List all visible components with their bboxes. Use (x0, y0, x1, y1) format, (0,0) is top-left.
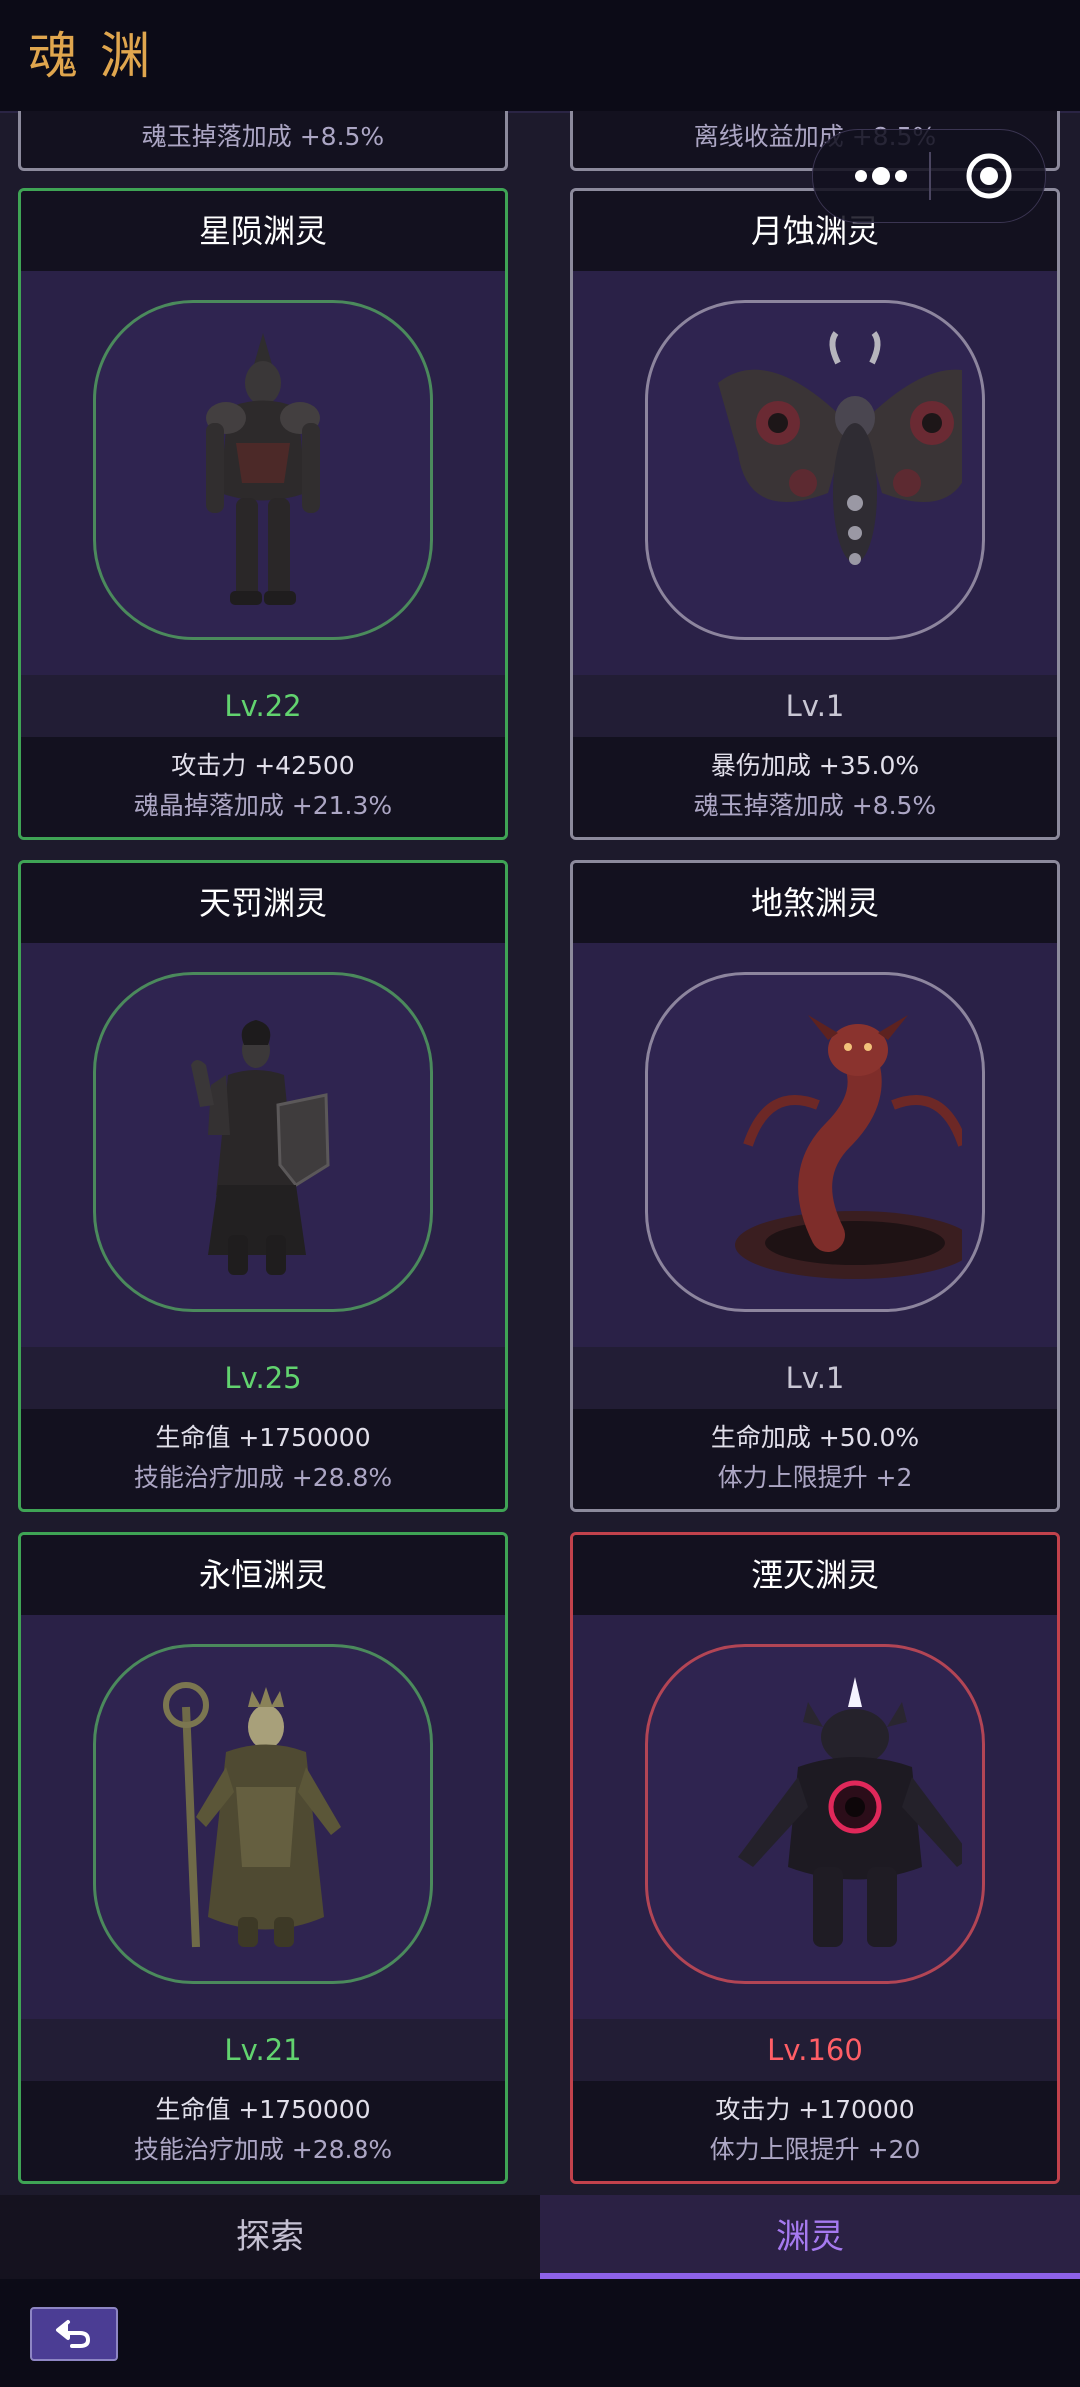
portrait-frame (645, 972, 985, 1312)
spirit-stats: 暴伤加成 +35.0% 魂玉掉落加成 +8.5% (573, 737, 1057, 837)
spirit-stat-secondary: 技能治疗加成 +28.8% (133, 1463, 393, 1492)
spirit-art-panel (573, 271, 1057, 675)
spirit-stats: 攻击力 +170000 体力上限提升 +20 (573, 2081, 1057, 2181)
spirit-stats: 生命加成 +50.0% 体力上限提升 +2 (573, 1409, 1057, 1509)
spirit-card-tianfa[interactable]: 天罚渊灵 Lv.25 生命值 +1750000 技能治疗加成 +28.8% (18, 860, 508, 1512)
spirit-stat-secondary: 体力上限提升 +20 (709, 2135, 921, 2164)
footer-bar (0, 2279, 1080, 2387)
portrait-frame (93, 1644, 433, 1984)
spirit-art-panel (573, 1615, 1057, 2019)
spirit-stat-secondary: 魂晶掉落加成 +21.3% (133, 791, 393, 820)
lich-king-figure-icon (163, 1682, 341, 1948)
spirit-level: Lv.1 (573, 675, 1057, 737)
partial-card-left[interactable]: 魂玉掉落加成 +8.5% (18, 111, 508, 171)
capsule-divider (929, 152, 931, 200)
miniprogram-capsule (812, 129, 1046, 223)
armored-knight-figure-icon (206, 333, 320, 605)
spirit-level: Lv.22 (21, 675, 505, 737)
spirit-stat-secondary: 体力上限提升 +2 (717, 1463, 913, 1492)
spirit-card-yanmie[interactable]: 湮灭渊灵 Lv.160 攻击力 +170000 体力上限提升 +20 (570, 1532, 1060, 2184)
spirit-name: 地煞渊灵 (573, 863, 1057, 943)
spirit-card-yueshi[interactable]: 月蚀渊灵 Lv.1 暴伤加成 +35.0% 魂玉掉落加成 +8.5% (570, 188, 1060, 840)
tab-abyss-spirits[interactable]: 渊灵 (540, 2195, 1080, 2279)
spirit-stats: 生命值 +1750000 技能治疗加成 +28.8% (21, 2081, 505, 2181)
more-options-icon[interactable] (849, 158, 939, 194)
spirit-stats: 攻击力 +42500 魂晶掉落加成 +21.3% (21, 737, 505, 837)
spirit-name: 永恒渊灵 (21, 1535, 505, 1615)
spirit-level: Lv.25 (21, 1347, 505, 1409)
portrait-frame (645, 300, 985, 640)
spirit-card-yongheng[interactable]: 永恒渊灵 Lv.21 生命值 +1750000 技能治疗加成 +28.8% (18, 1532, 508, 2184)
spirit-art-panel (21, 943, 505, 1347)
back-button[interactable] (30, 2307, 118, 2361)
spirit-stat-primary: 攻击力 +170000 (715, 2095, 915, 2124)
return-arrow-icon (56, 2320, 90, 2348)
app-header: 魂渊 (0, 0, 1080, 113)
serpent-demon-figure-icon (735, 1015, 962, 1279)
portrait-frame (93, 300, 433, 640)
tab-abyss-label: 渊灵 (776, 2217, 844, 2257)
page-title: 魂渊 (28, 27, 172, 85)
bottom-tab-bar: 探索 渊灵 (0, 2195, 1080, 2279)
spirit-card-xingyun[interactable]: 星陨渊灵 Lv.22 攻击力 +42500 魂晶掉落加成 +21.3% (18, 188, 508, 840)
spirit-art-panel (21, 1615, 505, 2019)
close-miniprogram-icon[interactable] (963, 150, 1015, 202)
spirit-stat-secondary: 魂玉掉落加成 +8.5% (693, 791, 937, 820)
void-demon-figure-icon (738, 1677, 962, 1947)
spirit-card-disha[interactable]: 地煞渊灵 Lv.1 生命加成 +50.0% 体力上限提升 +2 (570, 860, 1060, 1512)
dark-paladin-figure-icon (191, 1020, 330, 1275)
portrait-frame (645, 1644, 985, 1984)
spirit-stats: 生命值 +1750000 技能治疗加成 +28.8% (21, 1409, 505, 1509)
spirit-name: 星陨渊灵 (21, 191, 505, 271)
spirit-level: Lv.1 (573, 1347, 1057, 1409)
spirit-level: Lv.21 (21, 2019, 505, 2081)
spirit-stat-primary: 攻击力 +42500 (171, 751, 355, 780)
spirit-stat-primary: 生命值 +1750000 (155, 2095, 371, 2124)
spirit-art-panel (573, 943, 1057, 1347)
portrait-frame (93, 972, 433, 1312)
spirit-art-panel (21, 271, 505, 675)
spirit-stat-primary: 生命值 +1750000 (155, 1423, 371, 1452)
moth-creature-figure-icon (718, 331, 962, 565)
spirit-stat-primary: 暴伤加成 +35.0% (710, 751, 920, 780)
spirit-name: 湮灭渊灵 (573, 1535, 1057, 1615)
tab-explore[interactable]: 探索 (0, 2195, 540, 2279)
spirit-name: 天罚渊灵 (21, 863, 505, 943)
spirit-level: Lv.160 (573, 2019, 1057, 2081)
spirit-stat-primary: 生命加成 +50.0% (710, 1423, 920, 1452)
spirit-stat-secondary: 技能治疗加成 +28.8% (133, 2135, 393, 2164)
partial-card-stat: 魂玉掉落加成 +8.5% (141, 122, 385, 151)
